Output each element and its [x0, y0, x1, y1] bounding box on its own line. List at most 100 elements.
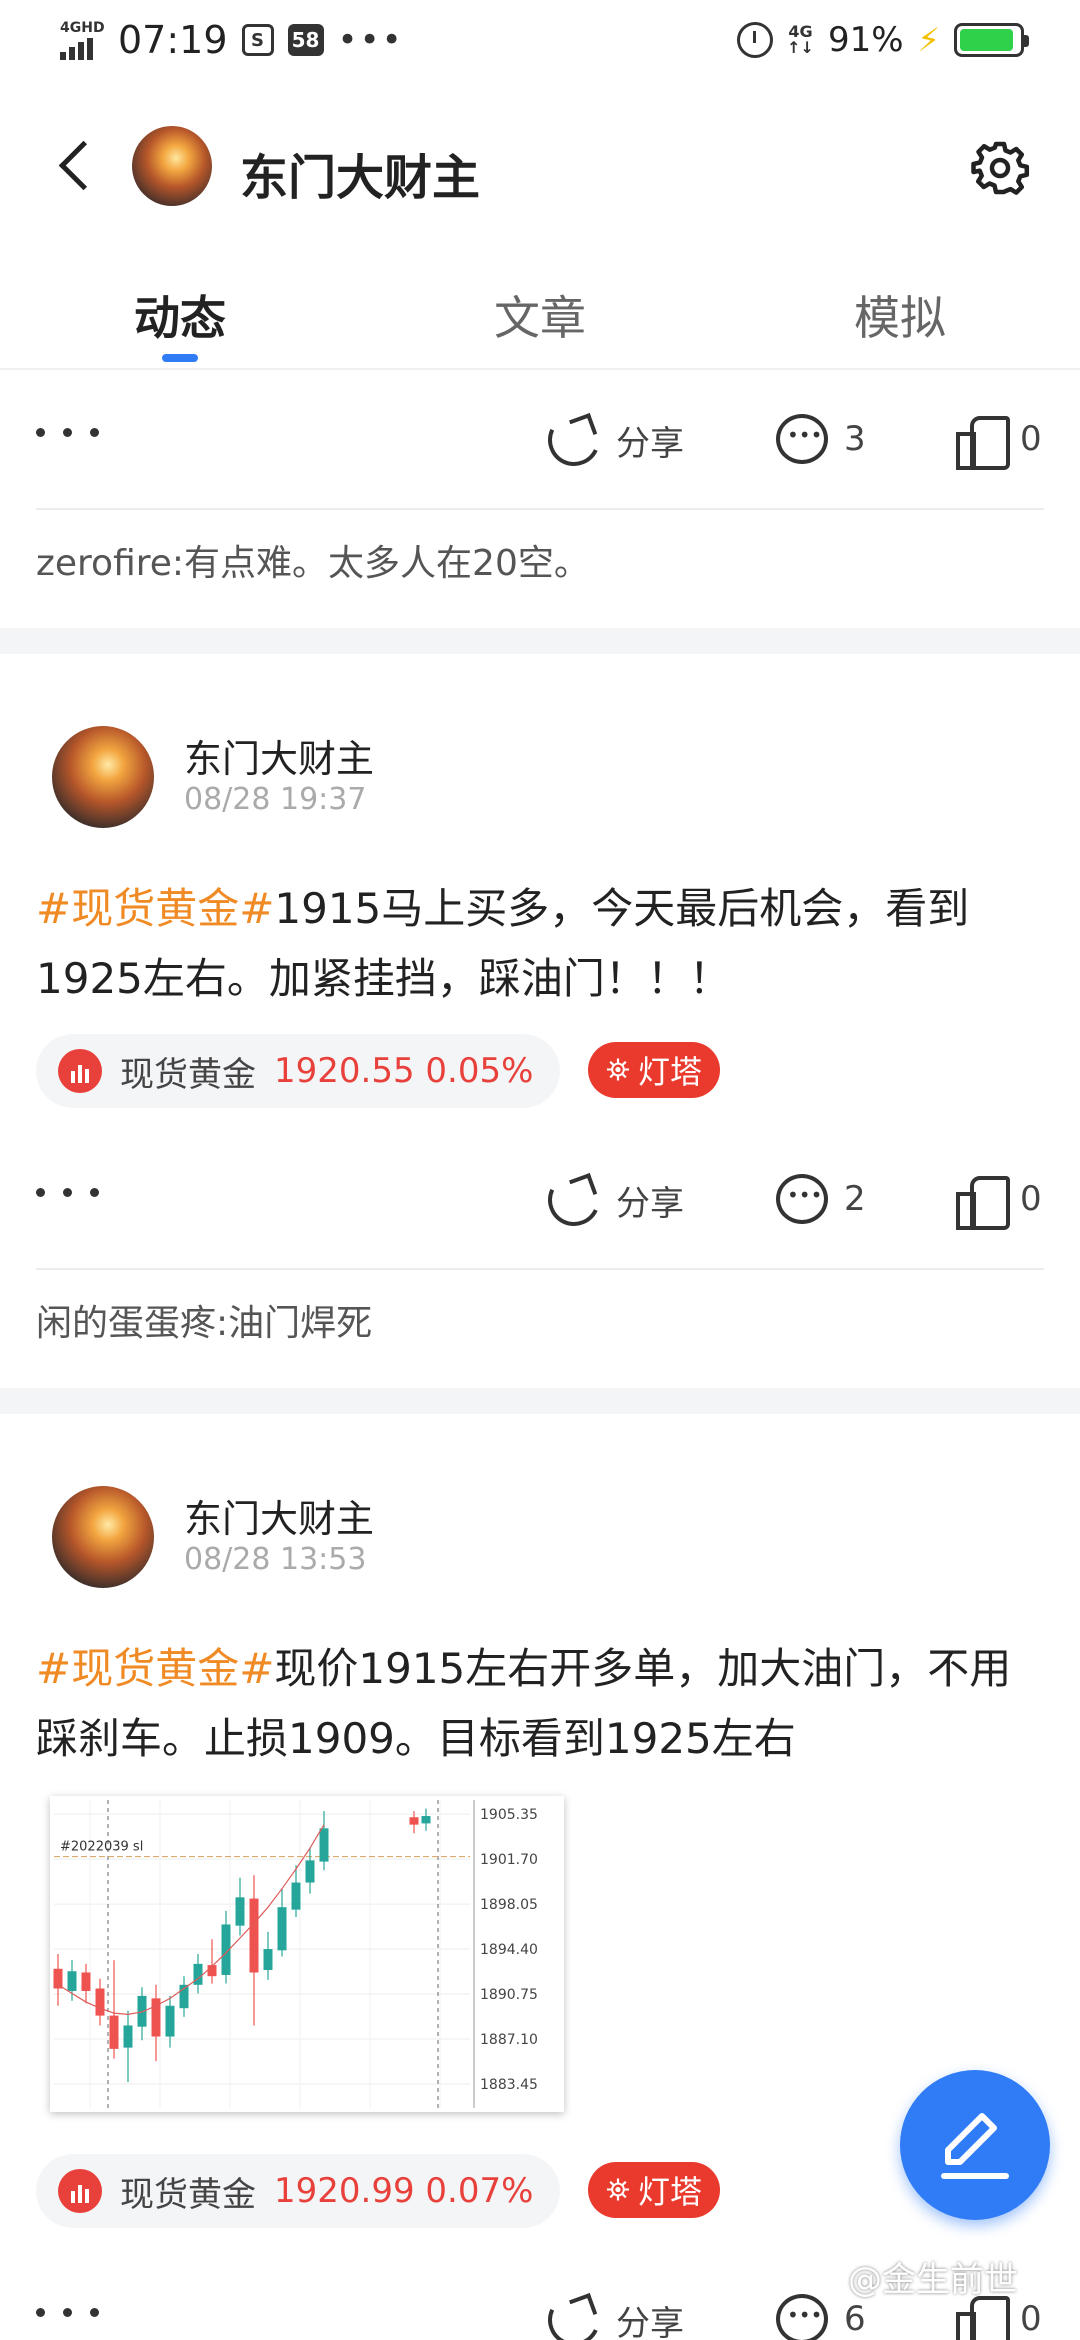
- share-icon: [540, 1166, 608, 1234]
- candle: [53, 1968, 63, 1989]
- post-card: 东门大财主 08/28 19:37 #现货黄金#1915马上买多，今天最后机会，…: [0, 654, 1080, 1388]
- comment-count: 6: [844, 2299, 866, 2339]
- more-options-icon[interactable]: [36, 428, 106, 442]
- back-arrow-icon[interactable]: [48, 136, 108, 196]
- feed: 分享 3 0 zerofire:有点难。太多人在20空。 东门大财主 08/28…: [0, 372, 1080, 2340]
- stock-chart-icon: [58, 1049, 102, 1093]
- candle: [95, 1988, 105, 2016]
- share-icon: [540, 2286, 608, 2340]
- candle: [193, 1963, 203, 1985]
- tab-articles[interactable]: 文章: [360, 270, 720, 368]
- lighthouse-icon: ⛯: [606, 2172, 630, 2208]
- candle: [249, 1898, 259, 1973]
- section-divider: [0, 1388, 1080, 1414]
- post-card: 东门大财主 08/28 13:53 #现货黄金#现价1915左右开多单，加大油门…: [0, 1414, 1080, 2340]
- section-divider: [0, 628, 1080, 654]
- alarm-icon: [737, 22, 774, 58]
- avatar[interactable]: [52, 1486, 154, 1588]
- clock: 07:19: [118, 18, 228, 62]
- candle: [235, 1897, 245, 1926]
- charging-icon: ⚡: [917, 21, 940, 59]
- comment-author: 闲的蛋蛋疼: [36, 1303, 217, 1344]
- comment-count: 2: [844, 1179, 866, 1219]
- comment-text: :油门焊死: [216, 1303, 373, 1344]
- candle: [319, 1828, 329, 1862]
- gear-icon[interactable]: [970, 138, 1030, 198]
- network-type-label: 4GHD: [60, 20, 105, 36]
- page-title: 东门大财主: [240, 150, 481, 206]
- post-author[interactable]: 东门大财主: [184, 728, 374, 783]
- comment-icon: [776, 1174, 828, 1224]
- stop-loss-label: #2022039 sl: [60, 1840, 143, 1855]
- candlestick-chart: #2022039 sl 1905.35 1901.70 1898.05 1894.40 1…: [53, 1800, 538, 2108]
- signal-icon: 4GHD: [58, 20, 105, 60]
- post-timestamp: 08/28 19:37: [184, 782, 367, 817]
- price-tick-label: 1883.45: [480, 2077, 538, 2093]
- status-bar: 4GHD 07:19 S 58 ••• 4G ↑↓ 91% ⚡: [0, 0, 1080, 86]
- like-count: 0: [1020, 2299, 1042, 2339]
- lighthouse-button[interactable]: ⛯ 灯塔: [588, 2162, 721, 2218]
- comment-text: :有点难。太多人在20空。: [171, 543, 590, 584]
- like-button[interactable]: 0: [956, 414, 1042, 470]
- more-options-icon[interactable]: [36, 1188, 106, 1202]
- comment-button[interactable]: 2: [776, 1174, 866, 1224]
- price-tick-label: 1887.10: [480, 2032, 538, 2048]
- post-actions: 分享 3 0: [0, 372, 1080, 508]
- battery-icon: [954, 23, 1029, 57]
- more-notifications-icon: •••: [337, 20, 404, 60]
- candle: [165, 2005, 175, 2037]
- candle: [409, 1817, 419, 1825]
- like-count: 0: [1020, 1179, 1042, 1219]
- lighthouse-icon: ⛯: [606, 1052, 630, 1088]
- more-options-icon[interactable]: [36, 2308, 106, 2322]
- comment-icon: [776, 414, 828, 464]
- post-body[interactable]: #现货黄金#现价1915左右开多单，加大油门，不用踩刹车。止损1909。目标看到…: [0, 1584, 1080, 1774]
- battery-percent: 91%: [827, 20, 904, 60]
- post-actions: 分享 2 0: [0, 1132, 1080, 1268]
- candle: [263, 1949, 273, 1971]
- candle: [81, 1972, 91, 1991]
- topic-tag[interactable]: #现货黄金#: [36, 1644, 274, 1693]
- price-tick-label: 1905.35: [480, 1807, 538, 1823]
- compose-button[interactable]: [900, 2070, 1050, 2220]
- share-button[interactable]: 分享: [540, 406, 684, 474]
- tab-dynamics[interactable]: 动态: [0, 270, 360, 368]
- watermark: @金生前世: [848, 2260, 1018, 2300]
- stock-quote-chip[interactable]: 现货黄金 1920.55 0.05%: [36, 1034, 560, 1108]
- chart-image[interactable]: #2022039 sl 1905.35 1901.70 1898.05 1894.40 1…: [50, 1796, 564, 2112]
- comment-count: 3: [844, 419, 866, 459]
- candle: [277, 1907, 287, 1951]
- tab-bar: 动态 文章 模拟: [0, 270, 1080, 370]
- candle: [109, 2015, 119, 2049]
- price-tick-label: 1901.70: [480, 1852, 538, 1868]
- candle: [291, 1882, 301, 1910]
- post-timestamp: 08/28 13:53: [184, 1542, 367, 1577]
- post-author[interactable]: 东门大财主: [184, 1488, 374, 1543]
- stock-quote-chip[interactable]: 现货黄金 1920.99 0.07%: [36, 2154, 560, 2228]
- share-button[interactable]: 分享: [540, 2286, 684, 2340]
- notification-count-badge: 58: [287, 24, 324, 56]
- comment-preview[interactable]: 闲的蛋蛋疼:油门焊死: [0, 1270, 1080, 1388]
- candle: [421, 1816, 431, 1824]
- tab-simulation[interactable]: 模拟: [720, 270, 1080, 368]
- lte-indicator: 4G ↑↓: [787, 22, 814, 57]
- share-button[interactable]: 分享: [540, 1166, 684, 1234]
- avatar[interactable]: [132, 126, 212, 206]
- share-icon: [540, 406, 608, 474]
- post-body[interactable]: #现货黄金#1915马上买多，今天最后机会，看到1925左右。加紧挂挡，踩油门！…: [0, 824, 1080, 1014]
- like-button[interactable]: 0: [956, 1174, 1042, 1230]
- comment-icon: [776, 2294, 828, 2340]
- profile-header: 东门大财主: [0, 110, 1080, 230]
- candle: [123, 2025, 133, 2048]
- notification-s-icon: S: [241, 24, 274, 56]
- comment-author: zerofire: [36, 543, 172, 584]
- lighthouse-button[interactable]: ⛯ 灯塔: [588, 1042, 721, 1098]
- stock-chart-icon: [58, 2169, 102, 2213]
- pencil-icon: [941, 2113, 1009, 2179]
- price-tick-label: 1890.75: [480, 1987, 538, 2003]
- price-tick-label: 1898.05: [480, 1897, 538, 1913]
- comment-button[interactable]: 3: [776, 414, 866, 464]
- avatar[interactable]: [52, 726, 154, 828]
- comment-preview[interactable]: zerofire:有点难。太多人在20空。: [0, 510, 1080, 628]
- topic-tag[interactable]: #现货黄金#: [36, 884, 274, 933]
